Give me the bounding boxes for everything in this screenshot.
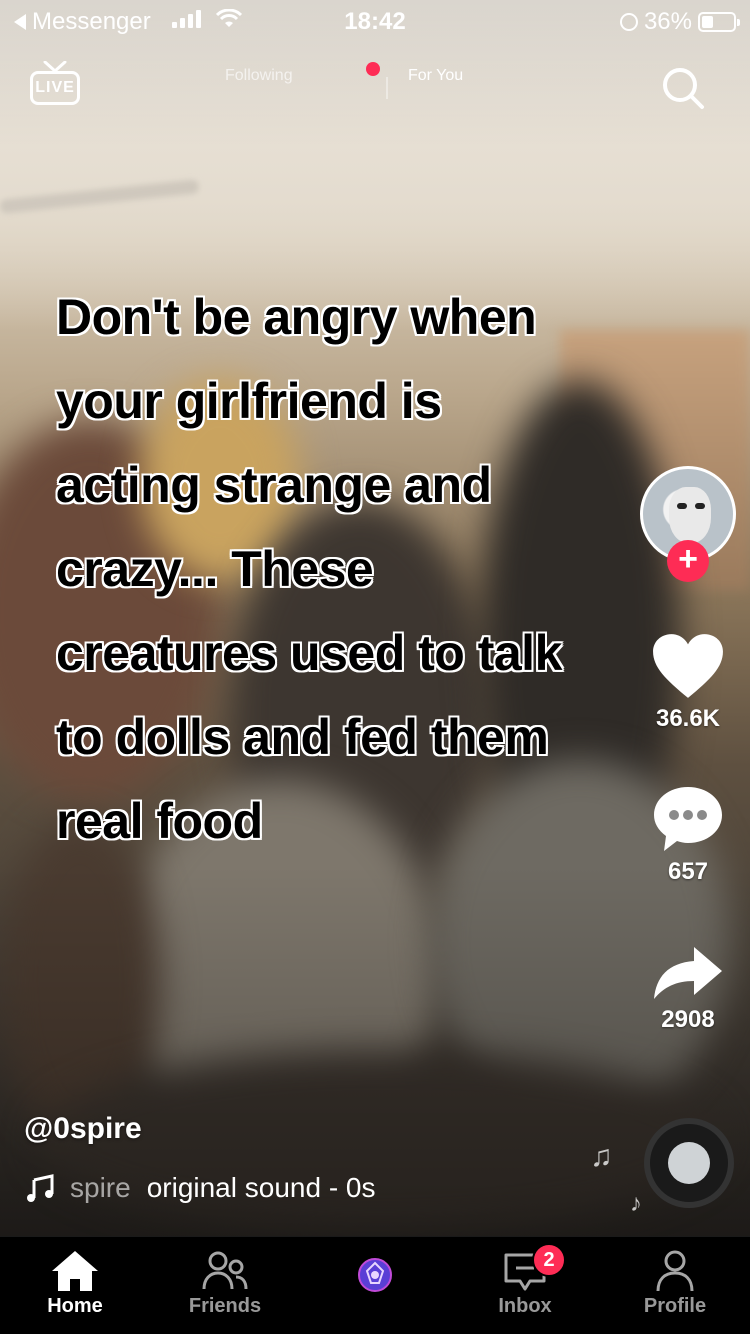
status-right: 36%	[619, 8, 740, 36]
tab-divider	[386, 77, 388, 99]
share-count: 2908	[661, 1006, 715, 1033]
comment-count: 657	[667, 858, 709, 885]
friends-icon	[202, 1251, 248, 1290]
search-icon[interactable]	[660, 65, 706, 111]
like-button[interactable]: 36.6K	[636, 632, 740, 733]
caption-line: your girlfriend is	[56, 373, 442, 429]
like-count: 36.6K	[655, 705, 721, 732]
avatar-mask	[669, 487, 711, 543]
home-icon	[52, 1251, 98, 1291]
tab-home-label: Home	[47, 1295, 103, 1317]
avatar-eye	[695, 503, 705, 509]
sound-disc[interactable]	[644, 1118, 734, 1208]
caption-line: to dolls and fed them	[56, 709, 549, 765]
battery-percent: 36%	[643, 8, 692, 35]
caption-line: real food	[56, 793, 263, 849]
tab-friends-label: Friends	[188, 1295, 262, 1317]
top-nav: LIVE Following For You	[0, 55, 750, 115]
share-arrow-icon	[654, 947, 722, 999]
bottom-tab-bar: Home Friends 2 Inbox Profile	[0, 1236, 750, 1334]
inbox-badge: 2	[532, 1243, 566, 1277]
share-button[interactable]: 2908	[636, 945, 740, 1034]
battery-icon	[698, 12, 740, 32]
sound-creator: spire	[70, 1172, 131, 1203]
floating-music-note-icon: ♫	[590, 1140, 613, 1173]
sound-marquee[interactable]: spire original sound - 0s	[26, 1172, 376, 1204]
caption-line: creatures used to talk	[56, 625, 562, 681]
tab-inbox[interactable]: 2 Inbox	[450, 1237, 600, 1334]
profile-icon	[656, 1250, 694, 1292]
following-notification-dot	[366, 62, 380, 76]
floating-music-note-icon: ♪	[630, 1190, 642, 1217]
tab-create[interactable]	[300, 1237, 450, 1334]
tab-friends[interactable]: Friends	[150, 1237, 300, 1334]
live-label: LIVE	[30, 71, 80, 105]
tab-profile[interactable]: Profile	[600, 1237, 750, 1334]
tab-following[interactable]: Following	[225, 67, 293, 85]
heart-icon	[653, 634, 723, 698]
status-bar: Messenger 18:42 36%	[0, 0, 750, 40]
tab-profile-label: Profile	[643, 1295, 707, 1317]
follow-plus-button[interactable]: +	[667, 540, 709, 582]
comment-bubble-icon	[654, 787, 722, 851]
creator-username[interactable]: @0spire	[24, 1112, 142, 1146]
tab-home[interactable]: Home	[0, 1237, 150, 1334]
caption-line: crazy... These	[56, 541, 374, 597]
rotation-lock-icon	[619, 13, 638, 31]
sound-title: original sound - 0s	[146, 1172, 376, 1203]
tab-for-you[interactable]: For You	[408, 67, 463, 85]
caption-line: Don't be angry when	[56, 289, 537, 345]
video-caption: Don't be angry when your girlfriend is a…	[56, 275, 636, 863]
avatar-eye	[677, 503, 687, 509]
create-ball-icon	[358, 1258, 392, 1292]
live-button[interactable]: LIVE	[30, 61, 82, 107]
sound-disc-cover	[668, 1142, 710, 1184]
tab-inbox-label: Inbox	[498, 1295, 552, 1317]
caption-line: acting strange and	[56, 457, 492, 513]
comment-button[interactable]: 657	[636, 785, 740, 886]
music-note-icon	[27, 1174, 54, 1202]
